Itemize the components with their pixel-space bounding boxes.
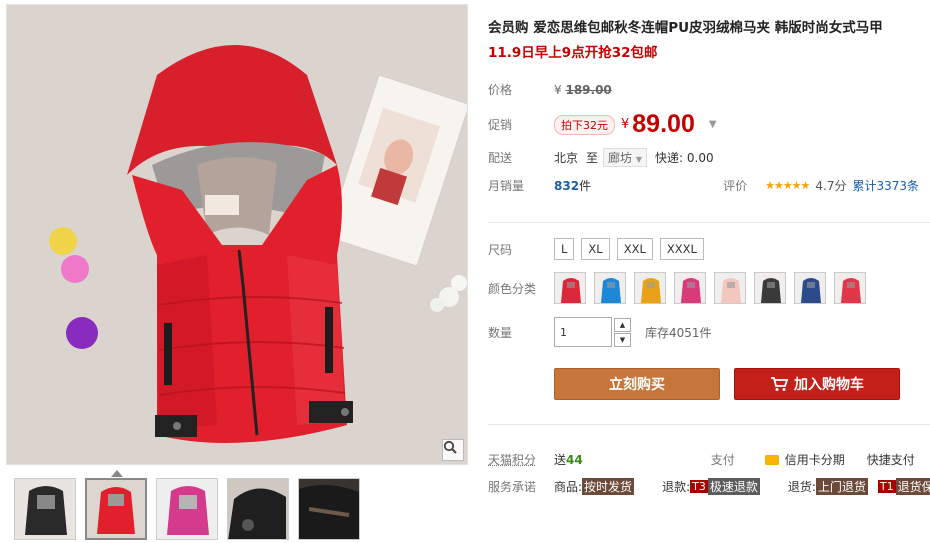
add-to-cart-label: 加入购物车 <box>794 377 864 393</box>
promo-price-row: 促销 拍下32元 ¥ 89.00 ▼ <box>488 110 717 139</box>
points-prefix: 送 <box>554 453 567 467</box>
shipping-to-word: 至 <box>586 151 599 165</box>
color-swatch-6[interactable] <box>754 272 786 304</box>
size-option-l[interactable]: L <box>554 238 575 260</box>
refund-t3-badge: T3 <box>690 480 708 493</box>
size-option-xl[interactable]: XL <box>581 238 610 260</box>
destination-select[interactable]: 廊坊 ▼ <box>603 148 648 167</box>
express-fee: 快递: 0.00 <box>655 151 714 165</box>
shipping-from: 北京 <box>554 151 579 165</box>
color-swatch-3[interactable] <box>634 272 666 304</box>
product-main-image[interactable] <box>6 4 468 465</box>
sales-count: 832 <box>554 178 580 193</box>
refund-label: 退款: <box>662 480 691 494</box>
sales-unit: 件 <box>579 179 592 193</box>
quick-pay[interactable]: 快捷支付 <box>867 451 915 468</box>
quantity-row: 数量 1 ▲ ▼ 库存4051件 <box>488 317 712 347</box>
color-swatch-8[interactable] <box>834 272 866 304</box>
divider <box>488 222 930 223</box>
fast-refund-tag[interactable]: 极速退款 <box>707 478 760 495</box>
chevron-down-icon: ▼ <box>635 155 643 164</box>
review-count-link[interactable]: 累计3373条 <box>853 177 920 194</box>
stock-count: 库存4051件 <box>645 325 712 340</box>
home-return-tag[interactable]: 上门退货 <box>815 478 868 495</box>
color-row: 颜色分类 <box>488 272 874 304</box>
zoom-button[interactable] <box>442 439 464 461</box>
shipping-row: 配送 北京 至 廊坊 ▼ 快递: 0.00 <box>488 148 714 167</box>
thumbnail-5[interactable] <box>298 478 360 540</box>
sales-row: 月销量 832 件 评价 ★★★★★ 4.7分 累计3373条 <box>488 177 919 194</box>
color-label: 颜色分类 <box>488 281 537 296</box>
color-swatch-4[interactable] <box>674 272 706 304</box>
size-option-xxl[interactable]: XXL <box>616 238 653 260</box>
size-row: 尺码 L XL XXL XXXL <box>488 238 711 260</box>
active-thumb-pointer <box>111 470 123 477</box>
points-label[interactable]: 天猫积分 <box>488 451 554 468</box>
rating-score: 4.7分 <box>815 179 847 193</box>
return-guarantee-tag[interactable]: 退货保障 <box>895 478 930 495</box>
price-label: 价格 <box>488 83 513 97</box>
credit-card-icon <box>764 454 779 465</box>
rating-stars: ★★★★★ <box>765 179 810 192</box>
increment-button[interactable]: ▲ <box>614 317 631 332</box>
points-value: 44 <box>566 452 583 467</box>
color-swatch-7[interactable] <box>794 272 826 304</box>
promo-text: 11.9日早上9点开抢32包邮 <box>488 45 658 61</box>
size-label: 尺码 <box>488 242 513 257</box>
thumbnail-1[interactable] <box>14 478 76 540</box>
price-row: 价格 ¥ 189.00 <box>488 81 612 98</box>
ontime-delivery-tag[interactable]: 按时发货 <box>582 478 635 495</box>
cart-icon <box>770 376 788 392</box>
shipping-label: 配送 <box>488 151 513 165</box>
rating-label: 评价 <box>723 179 748 193</box>
size-option-xxxl[interactable]: XXXL <box>659 238 704 260</box>
goods-label: 商品: <box>554 480 583 494</box>
promo-label: 促销 <box>488 118 513 132</box>
product-title: 会员购 爱恋思维包邮秋冬连帽PU皮羽绒棉马夹 韩版时尚女式马甲 <box>488 20 883 36</box>
current-price: 89.00 <box>632 110 695 138</box>
service-label: 服务承诺 <box>488 480 537 494</box>
divider <box>488 424 930 425</box>
buy-now-button[interactable]: 立刻购买 <box>554 368 720 400</box>
thumbnail-3[interactable] <box>156 478 218 540</box>
color-swatches <box>554 272 874 304</box>
guarantee-t1-badge: T1 <box>877 480 896 493</box>
return-label: 退货: <box>787 480 816 494</box>
thumbnail-2[interactable] <box>85 478 147 540</box>
quantity-label: 数量 <box>488 325 513 340</box>
sales-label: 月销量 <box>488 179 525 193</box>
chevron-up-icon: ▲ <box>619 320 626 329</box>
discount-badge: 拍下32元 <box>554 114 615 135</box>
original-price: ¥ 189.00 <box>554 82 612 97</box>
vest-photo <box>7 5 467 464</box>
currency-symbol: ¥ <box>621 117 630 132</box>
thumbnail-strip <box>14 478 360 540</box>
points-row: 天猫积分 送 44 支付 信用卡分期 快捷支付 <box>488 451 915 468</box>
decrement-button[interactable]: ▼ <box>614 332 631 347</box>
color-swatch-2[interactable] <box>594 272 626 304</box>
credit-installment[interactable]: 信用卡分期 <box>764 451 845 468</box>
service-row: 服务承诺 商品: 按时发货 退款: T3 极速退款 退货: 上门退货 T1 退货… <box>488 478 930 495</box>
add-to-cart-button[interactable]: 加入购物车 <box>734 368 900 400</box>
thumbnail-4[interactable] <box>227 478 289 540</box>
price-dropdown-icon[interactable]: ▼ <box>709 119 717 130</box>
color-swatch-5[interactable] <box>714 272 746 304</box>
chevron-down-icon: ▼ <box>619 335 626 344</box>
color-swatch-1[interactable] <box>554 272 586 304</box>
quantity-stepper: ▲ ▼ <box>614 317 631 347</box>
quantity-input[interactable]: 1 <box>554 317 612 347</box>
payment-label: 支付 <box>710 453 735 467</box>
